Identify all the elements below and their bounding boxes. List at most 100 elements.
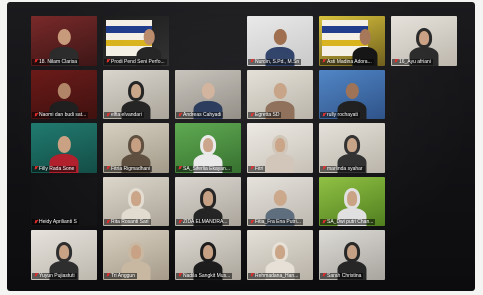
participant-tile[interactable]: 18. Nilam Clarisa [31, 16, 97, 66]
mic-muted-icon [322, 273, 326, 278]
mic-muted-icon [106, 166, 110, 171]
mic-muted-icon [34, 112, 38, 118]
participant-tile[interactable]: Filly Rada Sone [31, 123, 97, 173]
mic-muted-icon [250, 219, 254, 225]
participant-name: Tri Anggun [111, 272, 135, 279]
mic-muted-icon [34, 166, 38, 171]
participant-name-tag: Nadila Sangkit Mus... [176, 272, 233, 279]
participant-tile[interactable]: Egretta SD [247, 69, 313, 120]
participant-tile[interactable]: Yuyun Pujiastuti [31, 230, 97, 280]
participant-tile[interactable]: elfia elvandari [103, 69, 169, 120]
participant-name-tag: 16_Ayu afriani [392, 58, 433, 65]
participant-tile[interactable]: Nurdin, S.Pd., M.Sn [247, 16, 313, 66]
participant-name: elfia elvandari [111, 112, 142, 119]
mic-muted-icon [394, 59, 398, 64]
participant-name: Filly Rada Sone [39, 165, 75, 172]
participant-tile[interactable]: Andreas Cahyadi [175, 69, 241, 120]
participant-tile[interactable]: Nadila Sangkit Mus... [175, 230, 241, 280]
participant-name-tag: Asti Madina Adora... [320, 58, 374, 65]
participant-name-tag: Tri Anggun [104, 272, 137, 279]
mic-muted-icon [34, 219, 38, 225]
mic-muted-icon [250, 273, 254, 278]
participant-tile[interactable]: Heidy Aprilianti S [31, 176, 97, 227]
mic-muted-icon [322, 59, 326, 64]
participant-name: Fitria Rigmadhani [111, 165, 151, 172]
participant-video [265, 134, 295, 173]
participant-name-tag: Prodi Pend Seni Perfo... [104, 58, 167, 65]
participant-tile[interactable]: marlinda syahar [319, 123, 385, 173]
participant-name-tag: 18. Nilam Clarisa [32, 58, 80, 65]
empty-tile-slot [391, 70, 457, 120]
participant-tile[interactable]: rully rochayati [319, 69, 385, 120]
participant-name: Rita Rosanti Sari [111, 219, 149, 226]
participant-name: Prodi Pend Seni Perfo... [111, 58, 165, 65]
participant-name-tag: Rehmadana_Han... [248, 272, 301, 279]
mic-muted-icon [178, 112, 182, 118]
mic-muted-icon [106, 59, 110, 64]
participant-name: Fitri [255, 165, 264, 172]
mic-muted-icon [250, 59, 254, 64]
mic-muted-icon [178, 219, 182, 225]
participant-tile[interactable]: Fitria Rigmadhani [103, 123, 169, 173]
mic-muted-icon [106, 219, 110, 225]
mic-muted-icon [178, 273, 182, 278]
participant-tile[interactable]: Rehmadana_Han... [247, 230, 313, 280]
participant-name-tag: Sarah Christina [320, 272, 364, 279]
participant-name-tag: rully rochayati [320, 112, 360, 119]
participant-name: Yuyun Pujiastuti [39, 272, 75, 279]
participant-tile[interactable]: Naomi dan budi sat... [31, 69, 97, 120]
participant-name-tag: elfia elvandari [104, 112, 144, 119]
participant-name: Naomi dan budi sat... [39, 112, 87, 119]
participant-name-tag: SA_Siferlia Ekayan... [176, 165, 232, 172]
participant-tile[interactable]: Prodi Pend Seni Perfo... [103, 16, 169, 66]
participant-name: Sarah Christina [327, 272, 362, 279]
participant-tile[interactable]: Sarah Christina [319, 230, 385, 280]
participant-name-tag: ZIDA ELMANDRA... [176, 219, 230, 226]
monitor-screen: 18. Nilam Clarisa Prodi Pend Seni Perfo..… [7, 2, 475, 291]
empty-tile-slot [391, 230, 457, 280]
participant-name-tag: Fitia_Fra Ena Putri... [248, 219, 303, 226]
participant-tile[interactable]: Rita Rosanti Sari [103, 176, 169, 227]
mic-muted-icon [34, 59, 38, 64]
participant-name-tag: Fitria Rigmadhani [104, 165, 153, 172]
participant-name: Egretta SD [255, 112, 280, 119]
mic-muted-icon [106, 112, 110, 118]
participant-name: 18. Nilam Clarisa [39, 58, 78, 65]
empty-tile-slot [391, 177, 457, 227]
empty-tile-slot [175, 16, 241, 66]
empty-tile-slot [391, 123, 457, 173]
mic-muted-icon [250, 166, 254, 171]
participant-name-tag: Egretta SD [248, 112, 282, 119]
participant-name-tag: marlinda syahar [320, 165, 365, 172]
participant-name-tag: Nurdin, S.Pd., M.Sn [248, 58, 302, 65]
participant-tile[interactable]: Fitri [247, 123, 313, 173]
participant-tile[interactable]: 16_Ayu afriani [391, 16, 457, 66]
participant-tile[interactable]: Fitia_Fra Ena Putri... [247, 176, 313, 227]
participant-name: Nurdin, S.Pd., M.Sn [255, 58, 300, 65]
mic-muted-icon [322, 112, 326, 118]
participant-name-tag: Filly Rada Sone [32, 165, 77, 172]
participant-tile[interactable]: ZIDA ELMANDRA... [175, 176, 241, 227]
participant-tile[interactable]: SA_Siferlia Ekayan... [175, 123, 241, 173]
participant-name: Asti Madina Adora... [327, 58, 372, 65]
participant-name: 16_Ayu afriani [399, 58, 431, 65]
participant-name: rully rochayati [327, 112, 358, 119]
participant-tile[interactable]: Tri Anggun [103, 230, 169, 280]
mic-muted-icon [322, 219, 326, 225]
video-gallery-grid: 18. Nilam Clarisa Prodi Pend Seni Perfo..… [31, 16, 457, 280]
participant-name-tag: SA_Dwi putri Chan... [320, 219, 376, 226]
mic-muted-icon [34, 273, 38, 278]
participant-name: ZIDA ELMANDRA... [183, 219, 228, 226]
participant-tile[interactable]: Asti Madina Adora... [319, 16, 385, 66]
participant-name-tag: Heidy Aprilianti S [32, 219, 79, 226]
mic-muted-icon [106, 273, 110, 278]
mic-muted-icon [178, 166, 182, 171]
participant-name-tag: Naomi dan budi sat... [32, 112, 89, 119]
mic-muted-icon [250, 112, 254, 118]
participant-name-tag: Yuyun Pujiastuti [32, 272, 77, 279]
participant-name-tag: Rita Rosanti Sari [104, 219, 151, 226]
participant-tile[interactable]: SA_Dwi putri Chan... [319, 176, 385, 227]
mic-muted-icon [322, 166, 326, 171]
participant-name-tag: Fitri [248, 165, 266, 172]
participant-name: Andreas Cahyadi [183, 112, 222, 119]
